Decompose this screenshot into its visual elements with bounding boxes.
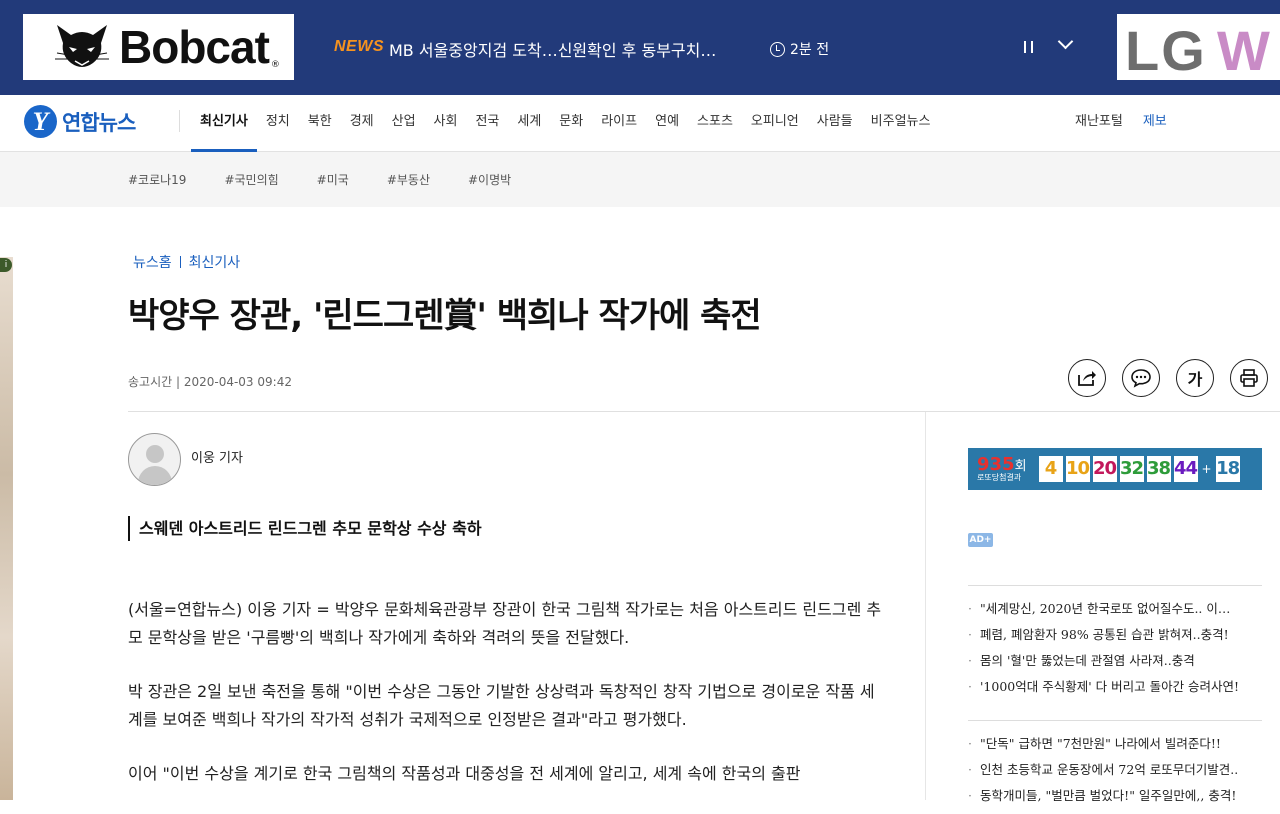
lotto-numbers: 4 10 20 32 38 44 +18 [1038,456,1240,482]
published-time: 송고시간 | 2020-04-03 09:42 [128,375,292,389]
lotto-number: 20 [1092,456,1117,482]
column-divider [925,412,926,800]
article-headline: 박양우 장관, '린드그렌賞' 백희나 작가에 축전 [128,296,762,336]
breadcrumb-latest[interactable]: 최신기사 [189,252,241,272]
article-paragraph: 박 장관은 2일 보낸 축전을 통해 "이번 수상은 그동안 기발한 상상력과 … [128,682,875,729]
sponsored-list-2: "단독" 급하면 "7천만원" 나라에서 빌려준다!!인천 초등학교 운동장에서… [968,720,1262,809]
nav-item[interactable]: 문화 [550,95,592,152]
nav-menu: 최신기사 정치 북한 경제 산업 사회 전국 세계 문화 라이프 연예 스포츠 오피니언 사람들 비주얼뉴스 [191,95,939,152]
lotto-caption: 로또당첨결과 [977,473,1022,482]
nav-item[interactable]: 경제 [341,95,383,152]
news-ticker-label: NEWS [334,38,384,55]
sponsored-link[interactable]: "단독" 급하면 "7천만원" 나라에서 빌려준다!! [968,731,1262,757]
news-ticker-time: 2분 전 [770,39,829,59]
bobcat-logo-icon [53,21,111,73]
lotto-number: 10 [1065,456,1090,482]
breadcrumb: 뉴스홈 최신기사 [133,252,240,272]
hashtag-link[interactable]: #국민의힘 [224,171,278,188]
report-link[interactable]: 제보 [1143,95,1167,149]
lotto-bonus-number: 18 [1215,456,1240,482]
registered-mark: ® [270,60,280,70]
main-nav: Y 연합뉴스 최신기사 정치 북한 경제 산업 사회 전국 세계 문화 라이프 연예 스포츠 오피니언 사… [0,95,1280,152]
lotto-result-banner[interactable]: 935회 로또당첨결과 4 10 20 32 38 44 +18 [968,448,1262,490]
breadcrumb-separator [179,256,181,268]
ad-badge: AD+ [968,533,993,547]
lg-ad[interactable]: LG W [1117,14,1280,80]
yonhap-logo[interactable]: Y 연합뉴스 [24,105,136,138]
sponsored-link[interactable]: 동학개미들, "벌만큼 벌었다!" 일주일만에,, 충격! [968,783,1262,809]
chevron-down-icon [1057,33,1074,50]
sponsored-list-1: "세계망신, 2020년 한국로또 없어질수도.. 이…폐렴, 폐암환자 98%… [968,585,1262,700]
nav-item[interactable]: 사람들 [808,95,862,152]
lotto-number: 38 [1146,456,1171,482]
nav-item[interactable]: 북한 [299,95,341,152]
lotto-round: 935회 로또당첨결과 [977,456,1027,482]
nav-item[interactable]: 최신기사 [191,95,257,152]
hashtag-link[interactable]: #코로나19 [128,171,186,188]
article-body: (서울=연합뉴스) 이웅 기자 = 박양우 문화체육관광부 장관이 한국 그림책… [128,596,888,814]
lotto-plus-sign: + [1201,462,1212,476]
article-paragraph: 이어 "이번 수상을 계기로 한국 그림책의 작품성과 대중성을 전 세계에 알… [128,764,801,783]
sponsored-link[interactable]: 인천 초등학교 운동장에서 72억 로또무더기발견.. [968,757,1262,783]
lg-ad-text: LG [1125,19,1207,80]
article-paragraph: (서울=연합뉴스) 이웅 기자 = 박양우 문화체육관광부 장관이 한국 그림책… [128,600,882,647]
nav-item[interactable]: 오피니언 [742,95,808,152]
font-size-label: 가 [1187,370,1203,389]
article-tools: 가 [1068,359,1268,397]
print-button[interactable] [1230,359,1268,397]
nav-item[interactable]: 스포츠 [688,95,742,152]
lotto-round-number: 935 [977,454,1015,475]
sponsored-link[interactable]: 몸의 '혈'만 뚫었는데 관절염 사라져..충격 [968,648,1262,674]
nav-divider [179,110,180,132]
expand-ticker-button[interactable] [1055,33,1077,54]
article-subhead: 스웨덴 아스트리드 린드그렌 추모 문학상 수상 축하 [128,516,482,541]
comment-button[interactable] [1122,359,1160,397]
bobcat-ad[interactable]: Bobcat ® [23,14,294,80]
nav-item[interactable]: 비주얼뉴스 [862,95,940,152]
news-time-text: 2분 전 [790,42,830,58]
font-size-button[interactable]: 가 [1176,359,1214,397]
bobcat-brand: Bobcat [119,21,270,73]
yonhap-logo-text: 연합뉴스 [62,110,136,135]
top-banner: Bobcat ® NEWS MB 서울중앙지검 도착…신원확인 후 동부구치… … [0,0,1280,95]
hashtag-bar: #코로나19 #국민의힘 #미국 #부동산 #이명박 [0,152,1280,207]
nav-item[interactable]: 연예 [646,95,688,152]
lotto-number: 44 [1173,456,1198,482]
comment-icon [1131,369,1151,388]
sponsored-link[interactable]: '1000억대 주식황제' 다 버리고 돌아간 승려사연! [968,674,1262,700]
sponsored-link[interactable]: 폐렴, 폐암환자 98% 공통된 습관 밝혀져..충격! [968,622,1262,648]
author-name[interactable]: 이웅 기자 [191,447,243,466]
hashtag-link[interactable]: #이명박 [468,171,511,188]
breadcrumb-home[interactable]: 뉴스홈 [133,252,172,272]
lotto-number: 32 [1119,456,1144,482]
sponsored-link[interactable]: "세계망신, 2020년 한국로또 없어질수도.. 이… [968,596,1262,622]
news-ticker-headline[interactable]: MB 서울중앙지검 도착…신원확인 후 동부구치… [389,37,734,61]
nav-item[interactable]: 사회 [425,95,467,152]
print-icon [1240,369,1258,387]
nav-item[interactable]: 세계 [508,95,550,152]
header-divider [128,411,1280,412]
lotto-round-suffix: 회 [1014,459,1027,474]
nav-item[interactable]: 정치 [257,95,299,152]
nav-item[interactable]: 라이프 [592,95,646,152]
hashtag-link[interactable]: #부동산 [387,171,430,188]
lotto-number: 4 [1038,456,1063,482]
hashtag-link[interactable]: #미국 [317,171,349,188]
pause-button[interactable] [1020,39,1038,55]
avatar [128,433,181,486]
share-button[interactable] [1068,359,1106,397]
disaster-portal-link[interactable]: 재난포털 [1075,95,1123,149]
lg-ad-text-w: W [1217,19,1270,80]
nav-right-links: 재난포털 제보 [1075,95,1167,149]
side-ad-strip[interactable] [0,257,13,800]
nav-item[interactable]: 산업 [383,95,425,152]
hashtag-list: #코로나19 #국민의힘 #미국 #부동산 #이명박 [128,171,511,188]
share-icon [1078,371,1096,386]
nav-item[interactable]: 전국 [466,95,508,152]
yonhap-logo-icon: Y [24,105,57,138]
clock-icon [770,41,785,57]
